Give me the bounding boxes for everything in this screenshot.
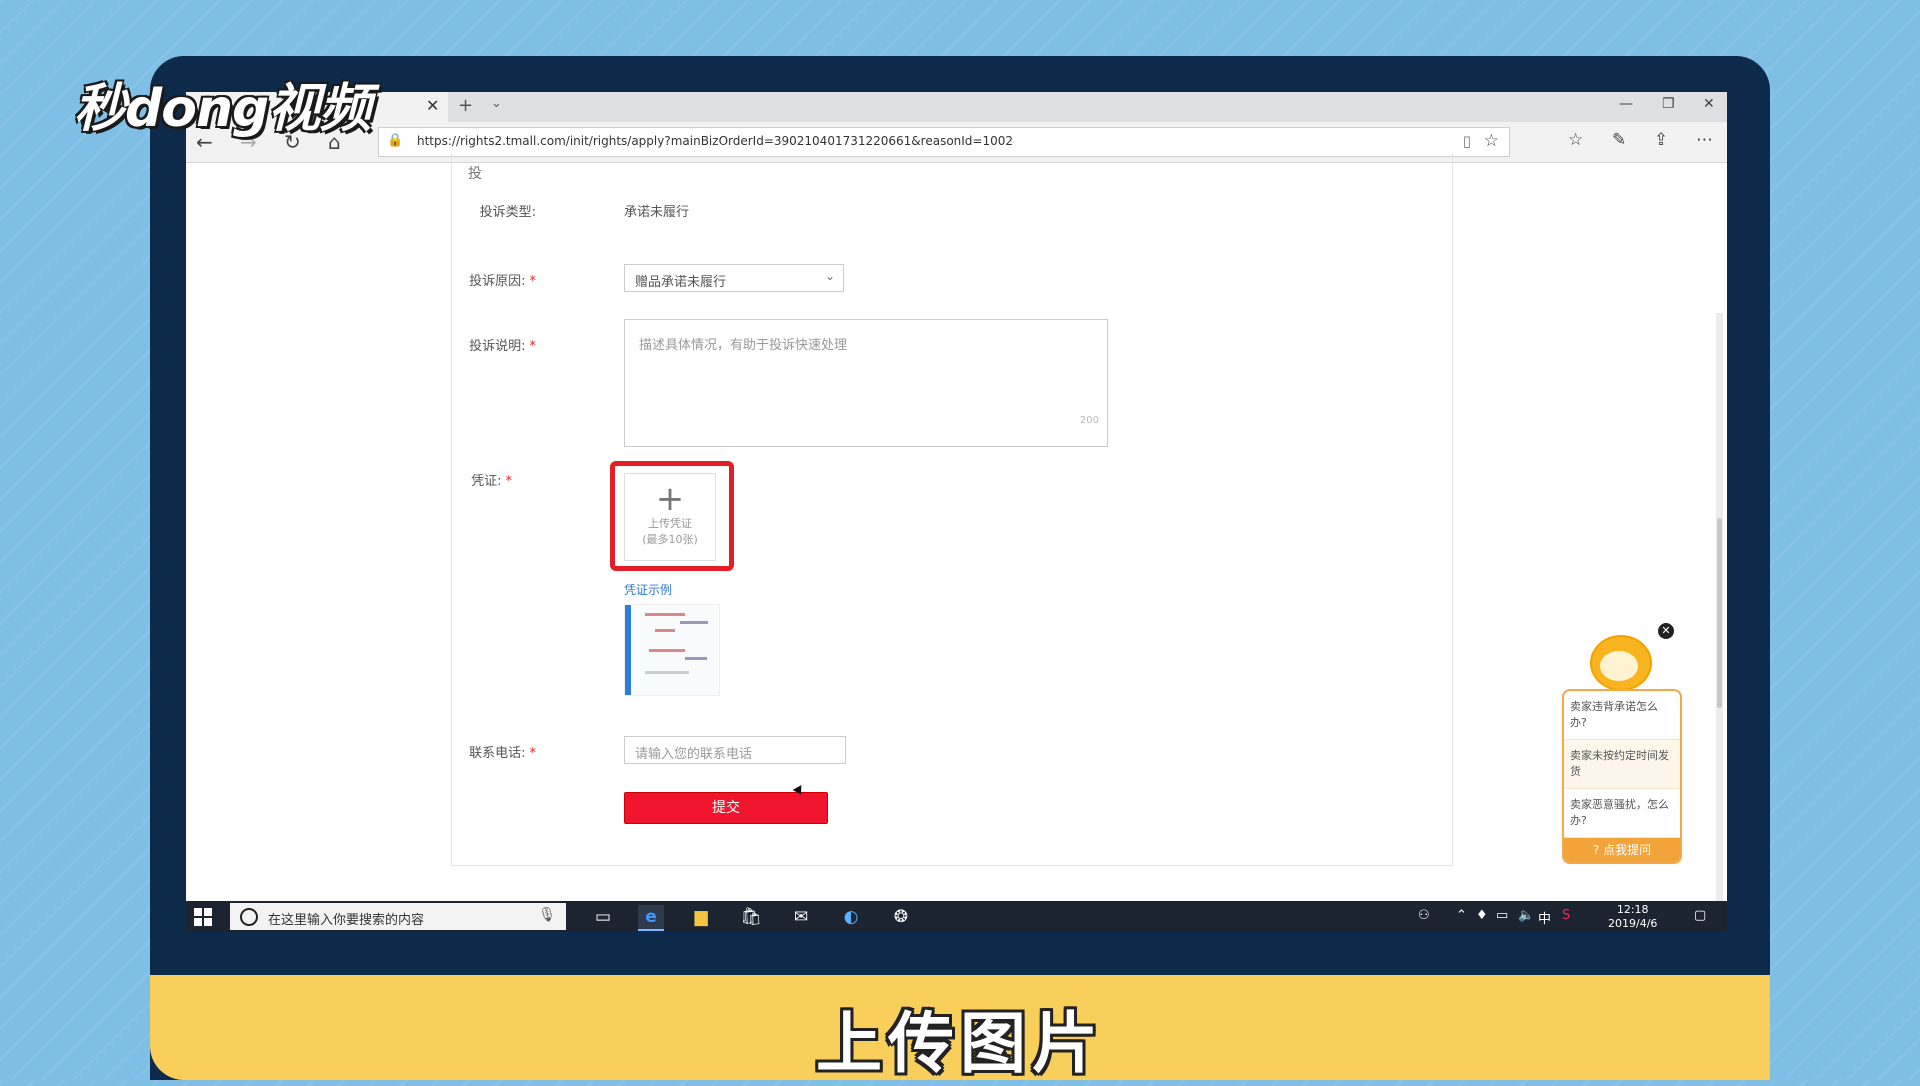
complaint-form-panel bbox=[451, 153, 1453, 866]
logo-text: 秒dong视频 bbox=[74, 79, 371, 139]
tab-list-icon[interactable]: ⌄ bbox=[491, 96, 502, 111]
file-explorer-icon[interactable]: ▆ bbox=[688, 905, 714, 929]
reading-view-icon[interactable]: ▯ bbox=[1463, 132, 1471, 150]
people-icon[interactable]: ⚇ bbox=[1418, 908, 1430, 923]
url-text[interactable]: https://rights2.tmall.com/init/rights/ap… bbox=[417, 134, 1013, 148]
complaint-desc-placeholder: 描述具体情况，有助于投诉快速处理 bbox=[639, 338, 848, 353]
clock-date: 2019/4/6 bbox=[1608, 917, 1658, 930]
scrollbar-thumb[interactable] bbox=[1717, 518, 1722, 708]
cortana-icon bbox=[240, 908, 258, 926]
evidence-example-link[interactable]: 凭证示例 bbox=[624, 581, 672, 598]
volume-icon[interactable]: 🔈 bbox=[1518, 908, 1534, 923]
complaint-type-label: 投诉类型: bbox=[479, 205, 536, 220]
phone-label: 联系电话: * bbox=[469, 746, 536, 761]
pen-notes-icon[interactable]: ✎ bbox=[1612, 130, 1626, 150]
share-icon[interactable]: ⇪ bbox=[1654, 130, 1668, 150]
faq-card: 卖家违背承诺怎么办? 卖家未按约定时间发货 卖家恶意骚扰，怎么办? ? 点我提问 bbox=[1562, 689, 1682, 864]
maximize-icon[interactable]: ❐ bbox=[1662, 96, 1675, 112]
complaint-reason-value: 赠品承诺未履行 bbox=[635, 275, 727, 290]
screen: ✕ + ⌄ — ❐ ✕ ← → ↻ ⌂ 🔒 https://rights2.tm… bbox=[186, 92, 1727, 932]
faq-item[interactable]: 卖家恶意骚扰，怎么办? bbox=[1564, 789, 1680, 838]
taskbar-search-placeholder: 在这里输入你要搜索的内容 bbox=[268, 913, 425, 928]
store-icon[interactable]: 🛍 bbox=[738, 905, 764, 929]
upload-label: 上传凭证 bbox=[648, 517, 692, 530]
system-clock[interactable]: 12:18 2019/4/6 bbox=[1608, 903, 1657, 931]
windows-taskbar: 在这里输入你要搜索的内容 🎙 ▭ e ▆ 🛍 ✉ ◐ ❂ ⚇ ⌃ ♦ ▭ 🔈 中… bbox=[186, 901, 1727, 932]
windows-start-icon[interactable] bbox=[194, 908, 212, 926]
minimize-icon[interactable]: — bbox=[1619, 96, 1633, 112]
complaint-type-value: 承诺未履行 bbox=[624, 205, 690, 220]
page-content: 投 投诉类型: 承诺未履行 投诉原因: * 赠品承诺未履行 ⌄ 投诉说明: * 描述… bbox=[186, 153, 1727, 913]
more-menu-icon[interactable]: ⋯ bbox=[1696, 130, 1713, 150]
phone-placeholder: 请输入您的联系电话 bbox=[635, 747, 753, 762]
complaint-desc-textarea[interactable]: 描述具体情况，有助于投诉快速处理 200 bbox=[624, 319, 1108, 447]
sogou-ime-icon[interactable]: S bbox=[1562, 908, 1570, 923]
action-center-icon[interactable]: ▢ bbox=[1694, 908, 1706, 923]
favorites-hub-icon[interactable]: ☆ bbox=[1568, 130, 1583, 150]
task-view-icon[interactable]: ▭ bbox=[590, 905, 616, 929]
submit-button[interactable]: 提交 bbox=[624, 792, 828, 824]
ime-indicator[interactable]: 中 bbox=[1538, 908, 1551, 927]
caption-text: 上传图片 bbox=[816, 1005, 1104, 1082]
upload-limit: (最多10张) bbox=[642, 533, 698, 546]
tab-bar: ✕ + ⌄ — ❐ ✕ bbox=[186, 92, 1727, 122]
edge-browser-icon[interactable]: e bbox=[638, 905, 664, 931]
ask-question-button[interactable]: ? 点我提问 bbox=[1564, 838, 1680, 862]
battery-icon[interactable]: ▭ bbox=[1496, 908, 1508, 923]
char-counter: 200 bbox=[1079, 415, 1099, 426]
clock-time: 12:18 bbox=[1616, 903, 1649, 916]
upload-evidence-button[interactable]: + 上传凭证 (最多10张) bbox=[624, 473, 716, 561]
microphone-icon[interactable]: 🎙 bbox=[538, 907, 556, 923]
tab-close-icon[interactable]: ✕ bbox=[426, 96, 439, 115]
chevron-down-icon: ⌄ bbox=[824, 269, 835, 283]
mascot-face bbox=[1600, 651, 1638, 681]
taskbar-search[interactable]: 在这里输入你要搜索的内容 🎙 bbox=[230, 903, 566, 930]
sogou-icon[interactable]: ◐ bbox=[838, 905, 864, 929]
mail-icon[interactable]: ✉ bbox=[788, 905, 814, 929]
app-icon[interactable]: ❂ bbox=[888, 905, 914, 929]
question-icon: ? bbox=[1592, 843, 1604, 857]
complaint-reason-select[interactable]: 赠品承诺未履行 ⌄ bbox=[624, 264, 844, 292]
complaint-reason-label: 投诉原因: * bbox=[469, 274, 536, 289]
favorite-star-icon[interactable]: ☆ bbox=[1484, 131, 1499, 151]
plus-icon: + bbox=[655, 479, 685, 519]
form-header-fragment: 投 bbox=[468, 166, 482, 182]
evidence-example-image[interactable] bbox=[624, 604, 720, 696]
window-close-icon[interactable]: ✕ bbox=[1703, 96, 1715, 112]
tray-chevron-up-icon[interactable]: ⌃ bbox=[1456, 908, 1467, 923]
assistant-close-icon[interactable]: ✕ bbox=[1658, 623, 1674, 639]
customer-service-assistant: ✕ 卖家违背承诺怎么办? 卖家未按约定时间发货 卖家恶意骚扰，怎么办? ? 点我… bbox=[1562, 615, 1684, 865]
lock-icon: 🔒 bbox=[387, 133, 404, 148]
complaint-desc-label: 投诉说明: * bbox=[469, 339, 536, 354]
faq-item[interactable]: 卖家未按约定时间发货 bbox=[1564, 740, 1680, 789]
evidence-label: 凭证: * bbox=[471, 474, 512, 489]
video-logo: 秒dong视频 bbox=[74, 66, 371, 141]
faq-item[interactable]: 卖家违背承诺怎么办? bbox=[1564, 691, 1680, 740]
phone-input[interactable]: 请输入您的联系电话 bbox=[624, 736, 846, 764]
notification-tray-icon[interactable]: ♦ bbox=[1476, 908, 1488, 923]
new-tab-icon[interactable]: + bbox=[458, 95, 473, 116]
